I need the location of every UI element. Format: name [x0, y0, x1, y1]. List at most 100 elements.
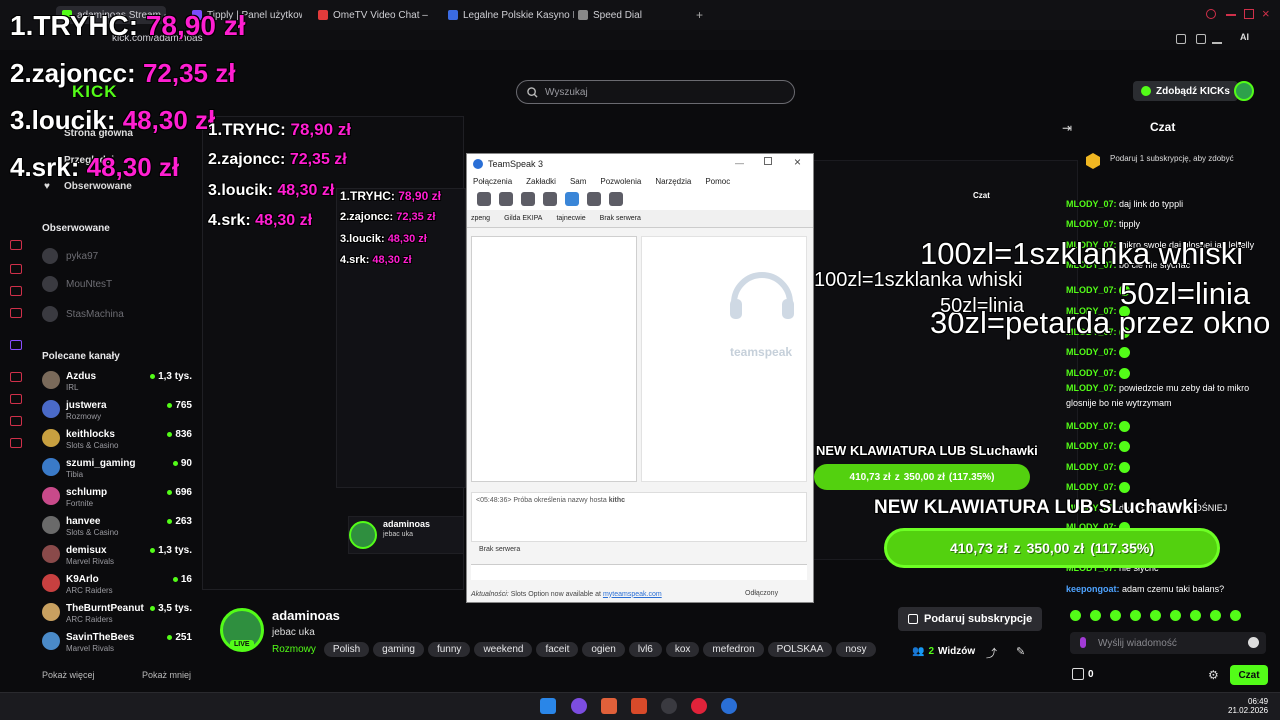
- whisper-icon[interactable]: [609, 192, 623, 206]
- chat-input[interactable]: Wyślij wiadomość: [1070, 632, 1266, 654]
- ts-tab[interactable]: tajnecwie: [556, 215, 585, 222]
- chat-username[interactable]: MLODY_07:: [1066, 462, 1117, 472]
- tag[interactable]: Polish: [323, 642, 370, 657]
- app-icon[interactable]: [631, 698, 647, 714]
- ts-channel-tab[interactable]: Brak serwera: [471, 546, 807, 560]
- chat-promo[interactable]: Podaruj 1 subskrypcję, aby zdobyć: [1110, 154, 1260, 163]
- emote-icon[interactable]: [1130, 610, 1141, 621]
- share-stream-icon[interactable]: ⤴: [986, 645, 997, 661]
- connect-icon[interactable]: [477, 192, 491, 206]
- ts-menu-item[interactable]: Połączenia: [473, 177, 512, 186]
- gift-sub-button[interactable]: Podaruj subskrypcje: [898, 607, 1043, 631]
- chat-username[interactable]: MLODY_07:: [1066, 421, 1117, 431]
- chat-username[interactable]: MLODY_07:: [1066, 441, 1117, 451]
- get-kicks-button[interactable]: Zdobądź KICKs: [1133, 81, 1238, 101]
- rail-icon-8[interactable]: [10, 416, 22, 426]
- ts-chat-input[interactable]: [471, 564, 807, 580]
- ts-maximize-icon[interactable]: [764, 157, 772, 165]
- minimize-icon[interactable]: [1226, 14, 1236, 16]
- mute-mic-icon[interactable]: [521, 192, 535, 206]
- kick-logo[interactable]: KICK: [72, 82, 118, 102]
- recommended-channel[interactable]: keithlocks Slots & Casino 836: [42, 427, 192, 455]
- recommended-channel[interactable]: SavinTheBees Marvel Rivals 251: [42, 630, 192, 658]
- ts-menu-item[interactable]: Sam: [570, 177, 586, 186]
- tag[interactable]: gaming: [373, 642, 424, 657]
- collapse-chat-icon[interactable]: ⇥: [1062, 121, 1072, 135]
- emote-icon[interactable]: [1110, 610, 1121, 621]
- extensions-icon[interactable]: [1176, 34, 1186, 44]
- emote-icon[interactable]: [1170, 610, 1181, 621]
- chat-username[interactable]: MLODY_07:: [1066, 482, 1117, 492]
- following-item[interactable]: pyka97: [42, 246, 192, 266]
- ts-tab[interactable]: Brak serwera: [600, 215, 641, 222]
- ts-tab[interactable]: Gilda EKIPA: [504, 215, 542, 222]
- rail-icon-4[interactable]: [10, 308, 22, 318]
- emote-icon[interactable]: [1190, 610, 1201, 621]
- recommended-channel[interactable]: schlump Fortnite 696: [42, 485, 192, 513]
- windows-start-icon[interactable]: [540, 698, 556, 714]
- recommended-channel[interactable]: Azdus IRL 1,3 tys.: [42, 369, 192, 397]
- tab-ometv[interactable]: OmeTV Video Chat –: [312, 6, 432, 24]
- ts-minimize-icon[interactable]: —: [735, 158, 744, 168]
- tag[interactable]: kox: [665, 642, 700, 657]
- twitch-icon[interactable]: [10, 340, 22, 350]
- rail-icon-6[interactable]: [10, 372, 22, 382]
- app-icon[interactable]: [661, 698, 677, 714]
- recommended-channel[interactable]: hanvee Slots & Casino 263: [42, 514, 192, 542]
- rail-icon-1[interactable]: [10, 240, 22, 250]
- tag[interactable]: funny: [427, 642, 471, 657]
- close-window-icon[interactable]: ×: [1262, 6, 1270, 21]
- following-item[interactable]: StasMachina: [42, 304, 192, 324]
- rail-icon-9[interactable]: [10, 438, 22, 448]
- chat-username[interactable]: MLODY_07:: [1066, 285, 1117, 295]
- chat-username[interactable]: MLODY_07:: [1066, 383, 1117, 393]
- tag[interactable]: lvl6: [628, 642, 662, 657]
- teamspeak-taskbar-icon[interactable]: [721, 698, 737, 714]
- disconnect-icon[interactable]: [499, 192, 513, 206]
- channel-tree-panel[interactable]: [471, 236, 637, 482]
- ai-button[interactable]: AI: [1240, 32, 1249, 42]
- streamer-name[interactable]: adaminoas: [272, 608, 340, 623]
- recommended-channel[interactable]: szumi_gaming Tibia 90: [42, 456, 192, 484]
- app-icon[interactable]: [601, 698, 617, 714]
- ts-menu-item[interactable]: Zakładki: [526, 177, 556, 186]
- send-chat-button[interactable]: Czat: [1230, 665, 1268, 685]
- chat-username[interactable]: MLODY_07:: [1066, 199, 1117, 209]
- ts-close-icon[interactable]: ×: [794, 155, 801, 169]
- tab-speed-dial[interactable]: Speed Dial: [572, 6, 662, 24]
- tag[interactable]: POLSKAA: [767, 642, 833, 657]
- teamspeak-window[interactable]: TeamSpeak 3 — × Połączenia Zakładki Sam …: [466, 153, 814, 603]
- ts-menu-item[interactable]: Pozwolenia: [600, 177, 641, 186]
- away-icon[interactable]: [565, 192, 579, 206]
- tag[interactable]: weekend: [474, 642, 533, 657]
- download-icon[interactable]: [1212, 34, 1222, 44]
- show-less-link[interactable]: Pokaż mniej: [142, 670, 191, 680]
- mute-speaker-icon[interactable]: [543, 192, 557, 206]
- ts-menu-item[interactable]: Narzędzia: [655, 177, 691, 186]
- tag[interactable]: mefedron: [703, 642, 764, 657]
- chat-settings-icon[interactable]: ⚙: [1208, 668, 1219, 682]
- tab-kasyno[interactable]: Legalne Polskie Kasyno In: [442, 6, 574, 24]
- emoji-icon[interactable]: [1248, 637, 1259, 648]
- recommended-channel[interactable]: K9Arlo ARC Raiders 16: [42, 572, 192, 600]
- search-tabs-icon[interactable]: [1206, 9, 1216, 19]
- emote-icon[interactable]: [1070, 610, 1081, 621]
- nav-following[interactable]: Obserwowane: [64, 181, 132, 192]
- chat-username[interactable]: MLODY_07:: [1066, 219, 1117, 229]
- opera-icon[interactable]: [691, 698, 707, 714]
- share-icon[interactable]: [1196, 34, 1206, 44]
- recommended-channel[interactable]: justwera Rozmowy 765: [42, 398, 192, 426]
- chat-username[interactable]: keepongoat:: [1066, 584, 1120, 594]
- pin-icon[interactable]: ✎: [1016, 645, 1025, 658]
- rail-icon-7[interactable]: [10, 394, 22, 404]
- emote-icon[interactable]: [1150, 610, 1161, 621]
- ts-menu-item[interactable]: Pomoc: [705, 177, 730, 186]
- recommended-channel[interactable]: TheBurntPeanut ARC Raiders 3,5 tys.: [42, 601, 192, 629]
- emote-icon[interactable]: [1230, 610, 1241, 621]
- chat-username[interactable]: MLODY_07:: [1066, 368, 1117, 378]
- recommended-channel[interactable]: demisux Marvel Rivals 1,3 tys.: [42, 543, 192, 571]
- rail-icon-3[interactable]: [10, 286, 22, 296]
- show-more-link[interactable]: Pokaż więcej: [42, 670, 95, 680]
- new-tab-icon[interactable]: +: [696, 8, 703, 22]
- emote-icon[interactable]: [1210, 610, 1221, 621]
